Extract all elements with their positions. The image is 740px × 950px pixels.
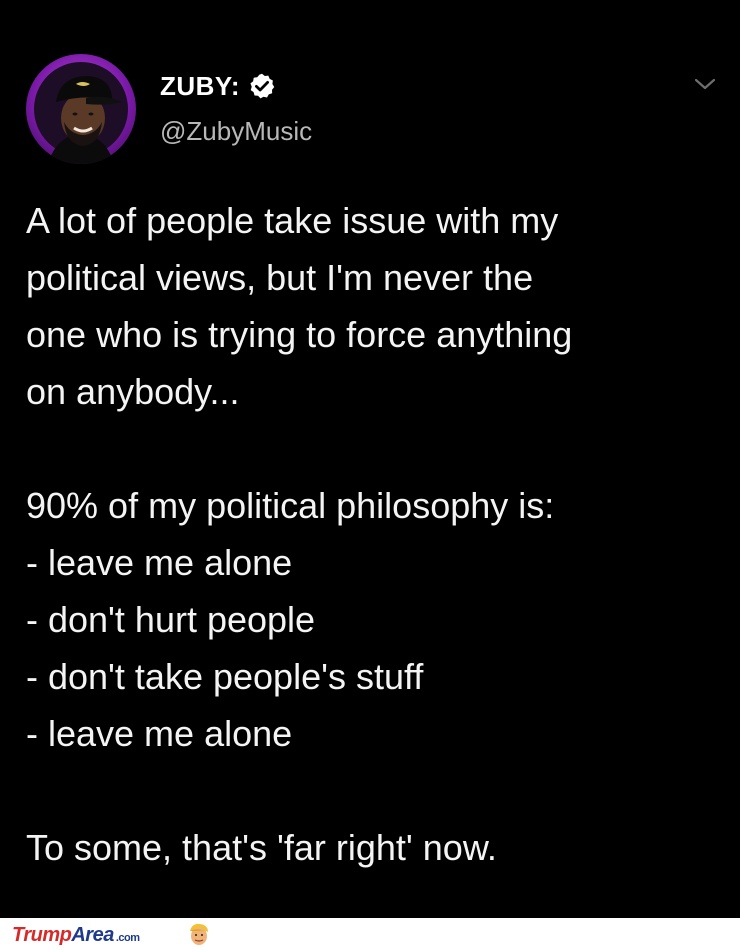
tweet-line: A lot of people take issue with my (26, 200, 559, 241)
brand-suffix: .com (115, 932, 140, 944)
brand-part-2: Area (71, 924, 114, 946)
chevron-down-icon[interactable] (692, 74, 718, 94)
watermark-brand[interactable]: Trump Area .com (12, 924, 140, 947)
tweet-text: A lot of people take issue with my polit… (26, 192, 726, 876)
brand-part-1: Trump (12, 924, 72, 946)
tweet-line: on anybody... (26, 371, 240, 412)
tweet-line: - don't take people's stuff (26, 656, 424, 697)
user-handle[interactable]: @ZubyMusic (160, 116, 312, 147)
avatar-portrait-icon (34, 62, 128, 164)
verified-badge-icon (250, 73, 275, 99)
tweet-line: political views, but I'm never the (26, 257, 534, 298)
trump-face-logo (190, 923, 208, 945)
tweet-line: one who is trying to force anything (26, 314, 573, 355)
tweet-line: - leave me alone (26, 542, 293, 583)
tweet-line: To some, that's 'far right' now. (26, 827, 497, 868)
display-name[interactable]: ZUBY: (160, 71, 240, 102)
watermark-bar: Trump Area .com (0, 918, 740, 950)
display-name-row[interactable]: ZUBY: (160, 66, 276, 106)
tweet-line: 90% of my political philosophy is: (26, 485, 555, 526)
profile-avatar[interactable] (26, 54, 136, 164)
tweet-line: - leave me alone (26, 713, 293, 754)
tweet-line: - don't hurt people (26, 599, 316, 640)
tweet-card: ZUBY: @ZubyMusic A lot of people take is… (0, 0, 740, 918)
